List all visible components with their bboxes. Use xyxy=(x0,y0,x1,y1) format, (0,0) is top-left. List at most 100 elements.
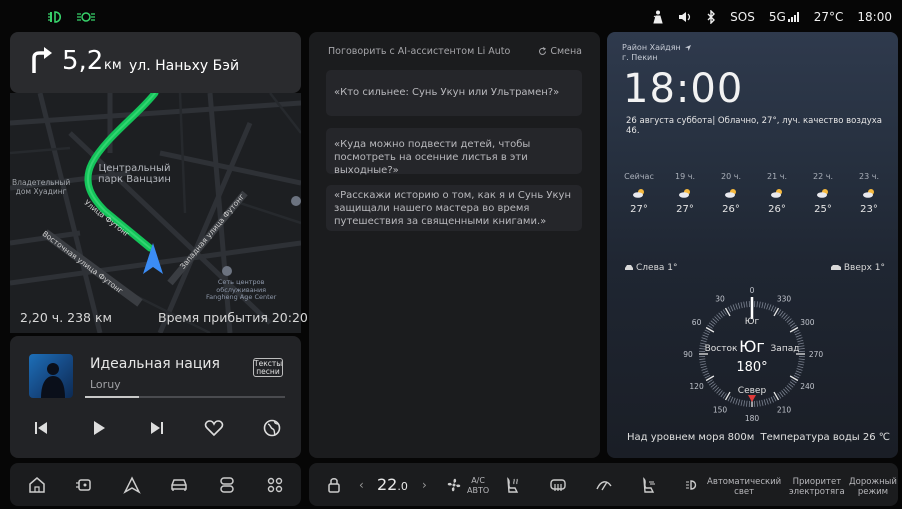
compass-tick xyxy=(783,314,788,320)
compass-tick xyxy=(766,303,769,310)
refresh-icon xyxy=(539,47,547,55)
compass-degree-label: 240 xyxy=(800,382,815,391)
hourly-item: Сейчас 27° xyxy=(619,172,659,215)
lyrics-button[interactable]: Тексты песни xyxy=(253,358,283,377)
auto-light-icon[interactable] xyxy=(685,476,703,494)
compass-tick xyxy=(781,312,786,318)
compass-tick xyxy=(772,395,777,402)
apps-icon[interactable] xyxy=(266,476,284,494)
seat-heat-icon[interactable] xyxy=(503,476,521,494)
temp-increase-button[interactable]: › xyxy=(422,478,427,492)
ac-auto-button[interactable]: A/C АВТО xyxy=(467,476,489,496)
electric-priority-button[interactable]: Приоритет электротяга xyxy=(789,477,845,497)
compass-tick xyxy=(783,388,788,394)
ai-suggestion-2[interactable]: «Куда можно подвести детей, чтобы посмот… xyxy=(326,128,582,176)
seat-ventilation-icon[interactable] xyxy=(639,476,657,494)
hourly-temp: 23° xyxy=(860,204,878,215)
media-icon[interactable] xyxy=(218,476,236,494)
compass-tick xyxy=(777,309,782,315)
next-icon[interactable] xyxy=(147,418,167,438)
seatbelt-icon xyxy=(653,10,663,24)
auto-light-label[interactable]: Автоматический свет xyxy=(707,477,781,497)
hourly-item: 19 ч. 27° xyxy=(665,172,705,215)
compass-tick xyxy=(761,399,764,406)
song-progress[interactable] xyxy=(85,396,285,398)
compass-tick xyxy=(703,372,710,376)
water-temp-label: Температура воды 26 ℃ xyxy=(760,432,890,443)
climate-temperature[interactable]: 22.0 xyxy=(377,475,408,494)
fan-icon[interactable] xyxy=(445,476,463,494)
hourly-label: Сейчас xyxy=(624,172,654,181)
map-label-service[interactable]: Сеть центров обслуживания Fangheng Age C… xyxy=(206,278,276,302)
altitude-label: Над уровнем моря 800м xyxy=(627,432,755,443)
bluetooth-icon[interactable] xyxy=(706,10,716,24)
status-right: SOS 5G 27°C 18:00 xyxy=(652,10,892,24)
globe-icon[interactable] xyxy=(262,418,282,438)
album-art-figure xyxy=(41,363,65,398)
compass-tick xyxy=(796,337,803,340)
wiper-icon[interactable] xyxy=(595,476,613,494)
album-cover[interactable] xyxy=(29,354,73,398)
compass-tick xyxy=(712,318,718,323)
volume-icon[interactable] xyxy=(678,11,692,23)
ai-change-label: Смена xyxy=(550,46,582,57)
weather-region: Район Хайдян xyxy=(622,43,681,52)
navigation-map[interactable]: Центральный парк Ванцзин Владетельный до… xyxy=(9,89,302,335)
compass-east-label: Восток xyxy=(705,344,738,354)
compass-tick xyxy=(797,365,804,369)
map-label-building[interactable]: Владетельный дом Хуадинг xyxy=(12,178,70,196)
compass-tick xyxy=(727,395,732,402)
sos-label[interactable]: SOS xyxy=(730,10,755,24)
compass-degree-label: 330 xyxy=(777,295,792,304)
compass-tick xyxy=(794,332,801,336)
compass-tick xyxy=(746,400,748,407)
compass-tick xyxy=(779,391,784,398)
compass-degree-label: 270 xyxy=(809,350,824,359)
temp-decrease-button[interactable]: ‹ xyxy=(359,478,364,492)
road-mode-button[interactable]: Дорожный режим xyxy=(849,477,897,497)
compass-tick xyxy=(716,314,721,320)
compass-tick xyxy=(797,363,804,366)
vehicle-icon[interactable] xyxy=(170,476,188,494)
compass-tick xyxy=(779,310,784,317)
partly-cloudy-icon xyxy=(817,189,828,198)
compass-tick xyxy=(795,334,802,338)
partly-cloudy-icon xyxy=(725,189,736,198)
ai-change-button[interactable]: Смена xyxy=(538,46,582,57)
temp-value: 22 xyxy=(377,475,398,494)
car-view-icon[interactable] xyxy=(75,476,93,494)
status-temperature: 27°C xyxy=(813,10,844,24)
compass-tick xyxy=(786,318,792,323)
ai-suggestion-3[interactable]: «Расскажи историю о том, как я и Сунь Ук… xyxy=(326,185,582,231)
weather-city: г. Пекин xyxy=(622,53,658,62)
compass-tick xyxy=(699,360,706,363)
compass-tick xyxy=(735,303,738,310)
compass-degree-label: 180 xyxy=(745,414,760,423)
compass-tick xyxy=(756,400,758,407)
compass-degree-label: 120 xyxy=(689,382,704,391)
previous-icon[interactable] xyxy=(31,418,51,438)
compass-degree-label: 0 xyxy=(750,286,755,295)
compass-tick xyxy=(740,399,743,406)
song-artist[interactable]: Loruy xyxy=(90,378,121,391)
rear-defrost-icon[interactable] xyxy=(549,476,567,494)
compass-tick xyxy=(740,302,743,309)
heart-icon[interactable] xyxy=(204,418,224,438)
status-time: 18:00 xyxy=(857,10,892,24)
lock-icon[interactable] xyxy=(325,476,343,494)
dock-right: ‹ 22.0 › A/C АВТО Автоматический свет Пр… xyxy=(309,463,898,506)
compass-tick xyxy=(712,385,718,390)
compass-north-label: Север xyxy=(738,386,767,396)
car-side-icon xyxy=(625,265,633,270)
ai-suggestion-1[interactable]: «Кто сильнее: Сунь Укун или Ультрамен?» xyxy=(326,70,582,116)
hourly-item: 22 ч. 25° xyxy=(803,172,843,215)
map-label-park[interactable]: Центральный парк Ванцзин xyxy=(98,163,171,185)
play-icon[interactable] xyxy=(89,418,109,438)
home-icon[interactable] xyxy=(28,476,46,494)
song-title[interactable]: Идеальная нация xyxy=(90,356,220,372)
hourly-label: 23 ч. xyxy=(859,172,879,181)
weather-panel[interactable]: Район Хайдян г. Пекин 18:00 26 августа с… xyxy=(607,32,898,458)
navigation-icon[interactable] xyxy=(123,476,141,494)
compass-tick xyxy=(789,381,796,386)
temp-decimal: .0 xyxy=(397,480,408,493)
